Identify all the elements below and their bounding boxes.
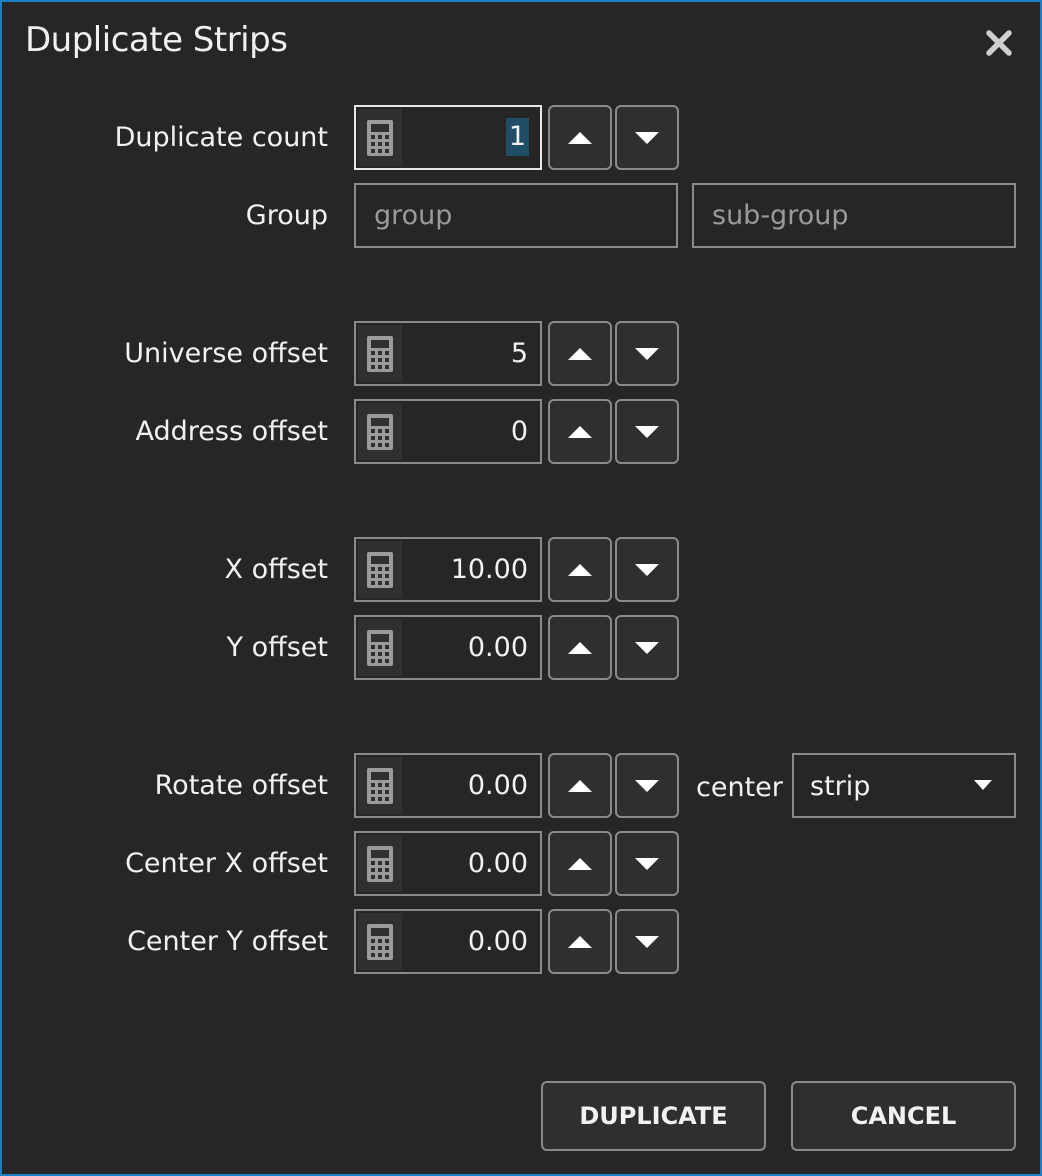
universe-offset-increment-button[interactable] <box>548 321 612 386</box>
calculator-icon[interactable] <box>358 835 402 892</box>
chevron-down-icon <box>635 935 659 948</box>
calculator-icon[interactable] <box>358 619 402 676</box>
chevron-up-icon <box>568 857 592 870</box>
calculator-icon[interactable] <box>358 757 402 814</box>
close-button[interactable] <box>980 24 1018 62</box>
chevron-down-icon <box>635 131 659 144</box>
rotate-offset-decrement-button[interactable] <box>615 753 679 818</box>
universe-offset-decrement-button[interactable] <box>615 321 679 386</box>
duplicate-count-value: 1 <box>505 118 529 156</box>
universe-offset-input[interactable]: 5 <box>354 321 542 386</box>
duplicate-count-increment-button[interactable] <box>548 105 612 170</box>
chevron-down-icon <box>635 347 659 360</box>
dialog-title: Duplicate Strips <box>25 20 288 60</box>
center-x-offset-input[interactable]: 0.00 <box>354 831 542 896</box>
caret-down-icon <box>974 780 992 790</box>
center-y-offset-input[interactable]: 0.00 <box>354 909 542 974</box>
address-offset-label: Address offset <box>135 416 329 447</box>
chevron-down-icon <box>635 779 659 792</box>
address-offset-decrement-button[interactable] <box>615 399 679 464</box>
chevron-up-icon <box>568 935 592 948</box>
subgroup-input[interactable]: sub-group <box>692 183 1016 248</box>
y-offset-label: Y offset <box>226 632 328 663</box>
center-y-offset-value: 0.00 <box>467 926 528 957</box>
center-x-offset-value: 0.00 <box>467 848 528 879</box>
center-select-value: strip <box>810 771 871 802</box>
x-offset-label: X offset <box>224 554 328 585</box>
center-x-offset-label: Center X offset <box>125 848 328 879</box>
y-offset-decrement-button[interactable] <box>615 615 679 680</box>
address-offset-increment-button[interactable] <box>548 399 612 464</box>
y-offset-increment-button[interactable] <box>548 615 612 680</box>
center-x-offset-decrement-button[interactable] <box>615 831 679 896</box>
calculator-icon[interactable] <box>358 913 402 970</box>
duplicate-strips-dialog: Duplicate Strips Duplicate count 1 Group… <box>0 0 1042 1176</box>
center-y-offset-increment-button[interactable] <box>548 909 612 974</box>
center-select[interactable]: strip <box>792 753 1016 818</box>
rotate-offset-input[interactable]: 0.00 <box>354 753 542 818</box>
duplicate-button[interactable]: DUPLICATE <box>541 1081 766 1151</box>
address-offset-input[interactable]: 0 <box>354 399 542 464</box>
calculator-icon[interactable] <box>358 403 402 460</box>
universe-offset-value: 5 <box>510 338 528 369</box>
x-offset-input[interactable]: 10.00 <box>354 537 542 602</box>
chevron-down-icon <box>635 563 659 576</box>
group-input[interactable]: group <box>354 183 678 248</box>
x-offset-value: 10.00 <box>450 554 528 585</box>
calculator-icon[interactable] <box>358 109 402 166</box>
center-y-offset-decrement-button[interactable] <box>615 909 679 974</box>
chevron-up-icon <box>568 425 592 438</box>
x-offset-increment-button[interactable] <box>548 537 612 602</box>
rotate-offset-increment-button[interactable] <box>548 753 612 818</box>
y-offset-value: 0.00 <box>467 632 528 663</box>
duplicate-count-decrement-button[interactable] <box>615 105 679 170</box>
chevron-up-icon <box>568 563 592 576</box>
chevron-up-icon <box>568 131 592 144</box>
chevron-down-icon <box>635 857 659 870</box>
universe-offset-label: Universe offset <box>124 338 328 369</box>
address-offset-value: 0 <box>510 416 528 447</box>
chevron-up-icon <box>568 779 592 792</box>
chevron-up-icon <box>568 641 592 654</box>
group-label: Group <box>245 200 328 231</box>
close-icon <box>986 30 1012 56</box>
chevron-up-icon <box>568 347 592 360</box>
chevron-down-icon <box>635 641 659 654</box>
calculator-icon[interactable] <box>358 325 402 382</box>
rotate-offset-value: 0.00 <box>467 770 528 801</box>
duplicate-count-input[interactable]: 1 <box>354 105 542 170</box>
center-x-offset-increment-button[interactable] <box>548 831 612 896</box>
cancel-button[interactable]: CANCEL <box>791 1081 1016 1151</box>
rotate-offset-label: Rotate offset <box>154 770 328 801</box>
center-label: center <box>696 772 783 803</box>
y-offset-input[interactable]: 0.00 <box>354 615 542 680</box>
chevron-down-icon <box>635 425 659 438</box>
x-offset-decrement-button[interactable] <box>615 537 679 602</box>
calculator-icon[interactable] <box>358 541 402 598</box>
duplicate-count-label: Duplicate count <box>114 122 328 153</box>
center-y-offset-label: Center Y offset <box>127 926 328 957</box>
